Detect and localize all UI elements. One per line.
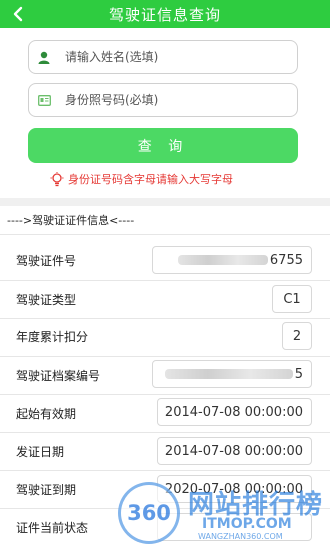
query-button[interactable]: 查 询 — [28, 128, 298, 163]
divider — [0, 280, 330, 281]
chevron-left-icon — [13, 6, 23, 22]
watermark-url: WANGZHAN360.COM — [198, 532, 283, 541]
section-title: ---->驾驶证证件信息<---- — [7, 214, 135, 227]
license-number-text: 6755 — [269, 252, 303, 268]
watermark-badge-text: 360 — [127, 501, 171, 525]
name-input[interactable] — [65, 50, 285, 64]
valid-from-value: 2014-07-08 00:00:00 — [157, 398, 312, 426]
divider — [0, 432, 330, 433]
site-watermark: 360 网站排行榜 ITMOP.COM WANGZHAN360.COM — [118, 478, 330, 550]
lightbulb-icon — [50, 171, 64, 186]
id-field[interactable] — [28, 83, 298, 117]
divider — [0, 470, 330, 471]
watermark-domain: ITMOP.COM — [202, 516, 292, 532]
hint-text: 身份证号码含字母请输入大写字母 — [68, 173, 233, 186]
file-number-value: 5 — [152, 360, 312, 388]
current-status-label: 证件当前状态 — [16, 521, 89, 535]
valid-from-label: 起始有效期 — [16, 407, 77, 421]
uppercase-hint: 身份证号码含字母请输入大写字母 — [50, 171, 233, 187]
issue-date-value: 2014-07-08 00:00:00 — [157, 437, 312, 465]
id-number-input[interactable] — [65, 93, 285, 107]
watermark-badge: 360 — [118, 482, 180, 544]
id-card-icon — [37, 93, 51, 107]
license-type-value: C1 — [272, 285, 312, 313]
app-header: 驾驶证信息查询 — [0, 0, 330, 28]
divider — [0, 318, 330, 319]
redacted-mask — [164, 369, 293, 379]
section-separator — [0, 198, 330, 206]
file-number-text: 5 — [294, 366, 303, 382]
annual-points-label: 年度累计扣分 — [16, 330, 89, 344]
person-icon — [37, 50, 51, 64]
annual-points-value: 2 — [282, 322, 312, 350]
file-number-label: 驾驶证档案编号 — [16, 369, 101, 383]
issue-date-label: 发证日期 — [16, 445, 65, 459]
name-field[interactable] — [28, 40, 298, 74]
divider — [0, 356, 330, 357]
license-number-label: 驾驶证件号 — [16, 254, 77, 268]
page-title: 驾驶证信息查询 — [108, 5, 221, 24]
redacted-mask — [177, 255, 268, 265]
expiry-date-label: 驾驶证到期 — [16, 483, 77, 497]
divider — [0, 234, 330, 235]
back-button[interactable] — [8, 3, 28, 25]
license-type-label: 驾驶证类型 — [16, 293, 77, 307]
divider — [0, 394, 330, 395]
license-number-value: 6755 — [152, 246, 312, 274]
